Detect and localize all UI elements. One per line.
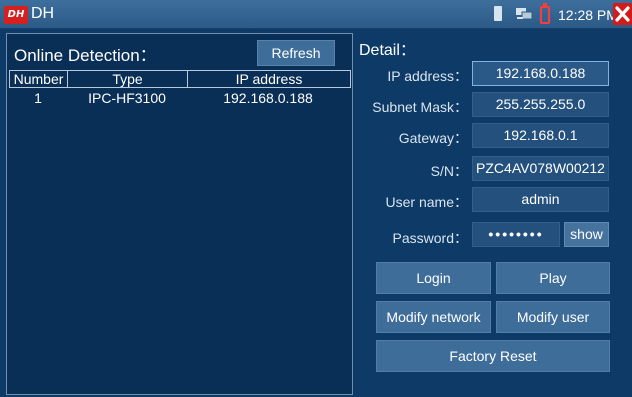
close-icon[interactable] <box>613 3 632 25</box>
gateway-label: Gateway： <box>398 130 468 146</box>
subnet-mask-label: Subnet Mask： <box>372 99 468 115</box>
online-detection-panel: Online Detection： Refresh Number Type IP… <box>6 33 353 395</box>
online-detection-title: Online Detection： <box>14 46 157 65</box>
modify-user-button[interactable]: Modify user <box>496 301 610 333</box>
row-number: 1 <box>34 90 42 106</box>
login-button[interactable]: Login <box>376 262 491 294</box>
modify-network-button[interactable]: Modify network <box>376 301 491 333</box>
title-bar: DH DH 12:28 PM <box>0 0 632 29</box>
serial-number-field[interactable]: PZC4AV078W00212 <box>472 156 609 181</box>
network-icon <box>516 8 533 20</box>
ip-address-label: IP address： <box>387 68 468 84</box>
user-name-field[interactable]: admin <box>472 187 609 212</box>
column-header-ip-address: IP address <box>235 71 303 87</box>
column-header-type: Type <box>68 71 188 87</box>
serial-number-label: S/N： <box>430 163 468 179</box>
password-label: Password： <box>392 230 468 246</box>
app-title: DH <box>31 5 55 22</box>
app-logo: DH <box>4 6 28 24</box>
subnet-mask-field[interactable]: 255.255.255.0 <box>472 92 609 117</box>
refresh-button[interactable]: Refresh <box>257 40 335 66</box>
detail-panel: Detail： IP address： 192.168.0.188 Subnet… <box>356 33 626 395</box>
show-password-button[interactable]: show <box>564 222 609 247</box>
clock: 12:28 PM <box>558 7 618 23</box>
user-name-label: User name： <box>385 194 468 210</box>
row-type: IPC-HF3100 <box>88 90 166 106</box>
ip-address-field[interactable]: 192.168.0.188 <box>472 61 609 86</box>
sd-card-icon <box>494 6 502 21</box>
password-field[interactable]: •••••••• <box>472 222 560 247</box>
factory-reset-button[interactable]: Factory Reset <box>376 340 610 372</box>
row-ip-address: 192.168.0.188 <box>223 90 313 106</box>
detail-title: Detail： <box>359 42 416 59</box>
table-row[interactable]: 1 IPC-HF3100 192.168.0.188 <box>9 90 351 106</box>
column-header-number: Number <box>10 71 68 87</box>
gateway-field[interactable]: 192.168.0.1 <box>472 123 609 148</box>
table-header: Number Type IP address <box>9 70 351 88</box>
play-button[interactable]: Play <box>496 262 610 294</box>
battery-low-icon <box>540 3 550 24</box>
